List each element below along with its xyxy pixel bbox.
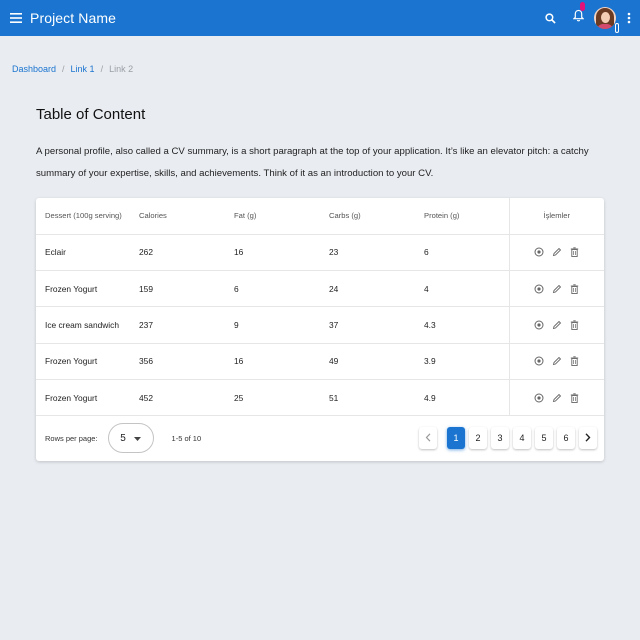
cell-calories: 237 bbox=[130, 306, 225, 344]
rows-per-page-select[interactable]: 5 bbox=[107, 423, 154, 453]
pagination-range: 1-5 of 10 bbox=[171, 433, 202, 443]
view-icon[interactable] bbox=[533, 319, 545, 331]
row-actions bbox=[508, 379, 604, 417]
cell-carbs: 37 bbox=[320, 306, 415, 344]
data-table: Dessert (100g serving) Calories Fat (g) … bbox=[36, 198, 604, 417]
table-row[interactable]: Eclair 262 16 23 6 bbox=[36, 234, 604, 271]
delete-icon[interactable] bbox=[569, 392, 581, 404]
cell-dessert: Ice cream sandwich bbox=[36, 306, 130, 344]
breadcrumb-separator: / bbox=[62, 64, 65, 74]
view-icon[interactable] bbox=[533, 392, 545, 404]
page-button-5[interactable]: 5 bbox=[535, 427, 553, 449]
cell-carbs: 51 bbox=[320, 379, 415, 417]
breadcrumb-current: Link 2 bbox=[109, 64, 134, 74]
cell-carbs: 23 bbox=[320, 234, 415, 271]
user-avatar-button[interactable] bbox=[592, 7, 619, 33]
dropdown-arrow-icon bbox=[133, 433, 141, 444]
cell-calories: 262 bbox=[130, 234, 225, 271]
rows-per-page-label: Rows per page: bbox=[45, 433, 98, 443]
column-header-calories[interactable]: Calories bbox=[130, 198, 225, 235]
cell-protein: 4.3 bbox=[415, 306, 509, 344]
cell-calories: 452 bbox=[130, 379, 225, 417]
view-icon[interactable] bbox=[533, 283, 545, 295]
table-row[interactable]: Frozen Yogurt 159 6 24 4 bbox=[36, 270, 604, 308]
table-row[interactable]: Ice cream sandwich 237 9 37 4.3 bbox=[36, 306, 604, 344]
chevron-left-icon bbox=[425, 432, 431, 444]
breadcrumb: Dashboard / Link 1 / Link 2 bbox=[12, 64, 133, 74]
avatar bbox=[594, 7, 616, 29]
page-button-4[interactable]: 4 bbox=[513, 427, 531, 449]
page-button-6[interactable]: 6 bbox=[557, 427, 575, 449]
delete-icon[interactable] bbox=[569, 246, 581, 258]
delete-icon[interactable] bbox=[569, 319, 581, 331]
cell-fat: 9 bbox=[225, 306, 320, 344]
chevron-right-icon bbox=[585, 432, 591, 444]
row-actions bbox=[508, 343, 604, 381]
column-header-dessert[interactable]: Dessert (100g serving) bbox=[36, 198, 130, 235]
page-title: Table of Content bbox=[36, 106, 146, 123]
view-icon[interactable] bbox=[533, 355, 545, 367]
edit-icon[interactable] bbox=[551, 392, 563, 404]
cell-protein: 4.9 bbox=[415, 379, 509, 417]
app-bar: Project Name bbox=[0, 0, 640, 36]
row-actions bbox=[508, 270, 604, 308]
column-header-carbs[interactable]: Carbs (g) bbox=[320, 198, 415, 235]
next-page-button[interactable] bbox=[579, 427, 597, 449]
column-header-actions: İşlemler bbox=[508, 198, 604, 235]
page-description: A personal profile, also called a CV sum… bbox=[36, 146, 589, 179]
menu-icon[interactable] bbox=[2, 0, 30, 36]
edit-icon[interactable] bbox=[551, 283, 563, 295]
search-icon[interactable] bbox=[536, 0, 564, 36]
cell-dessert: Frozen Yogurt bbox=[36, 379, 130, 417]
bell-icon bbox=[571, 9, 585, 27]
column-header-fat[interactable]: Fat (g) bbox=[225, 198, 320, 235]
pagination-controls: 123456 bbox=[419, 427, 597, 449]
notification-badge bbox=[580, 2, 585, 11]
edit-icon[interactable] bbox=[551, 355, 563, 367]
breadcrumb-link-1[interactable]: Link 1 bbox=[71, 64, 95, 74]
edit-icon[interactable] bbox=[551, 246, 563, 258]
cell-fat: 6 bbox=[225, 270, 320, 308]
delete-icon[interactable] bbox=[569, 355, 581, 367]
breadcrumb-link-dashboard[interactable]: Dashboard bbox=[12, 64, 56, 74]
cell-carbs: 49 bbox=[320, 343, 415, 381]
row-actions bbox=[508, 234, 604, 271]
data-table-card: Dessert (100g serving) Calories Fat (g) … bbox=[36, 198, 604, 461]
edit-icon[interactable] bbox=[551, 319, 563, 331]
table-pagination: Rows per page: 5 1-5 of 10 123456 bbox=[36, 415, 604, 461]
cell-protein: 4 bbox=[415, 270, 509, 308]
table-row[interactable]: Frozen Yogurt 356 16 49 3.9 bbox=[36, 343, 604, 381]
cell-protein: 6 bbox=[415, 234, 509, 271]
more-vert-icon[interactable] bbox=[618, 0, 640, 36]
avatar-status-indicator bbox=[615, 23, 619, 33]
cell-dessert: Frozen Yogurt bbox=[36, 270, 130, 308]
app-title: Project Name bbox=[30, 10, 117, 26]
cell-calories: 159 bbox=[130, 270, 225, 308]
view-icon[interactable] bbox=[533, 246, 545, 258]
cell-dessert: Frozen Yogurt bbox=[36, 343, 130, 381]
page-button-2[interactable]: 2 bbox=[469, 427, 487, 449]
cell-calories: 356 bbox=[130, 343, 225, 381]
rows-per-page-value: 5 bbox=[120, 432, 126, 444]
cell-fat: 16 bbox=[225, 343, 320, 381]
row-actions bbox=[508, 306, 604, 344]
page-button-3[interactable]: 3 bbox=[491, 427, 509, 449]
delete-icon[interactable] bbox=[569, 283, 581, 295]
table-row[interactable]: Frozen Yogurt 452 25 51 4.9 bbox=[36, 379, 604, 417]
cell-dessert: Eclair bbox=[36, 234, 130, 271]
prev-page-button[interactable] bbox=[419, 427, 437, 449]
column-header-protein[interactable]: Protein (g) bbox=[415, 198, 509, 235]
cell-protein: 3.9 bbox=[415, 343, 509, 381]
cell-fat: 25 bbox=[225, 379, 320, 417]
notifications-button[interactable] bbox=[564, 0, 592, 36]
page-button-1[interactable]: 1 bbox=[447, 427, 465, 449]
cell-fat: 16 bbox=[225, 234, 320, 271]
cell-carbs: 24 bbox=[320, 270, 415, 308]
table-header-row: Dessert (100g serving) Calories Fat (g) … bbox=[36, 198, 604, 235]
breadcrumb-separator: / bbox=[100, 64, 104, 74]
